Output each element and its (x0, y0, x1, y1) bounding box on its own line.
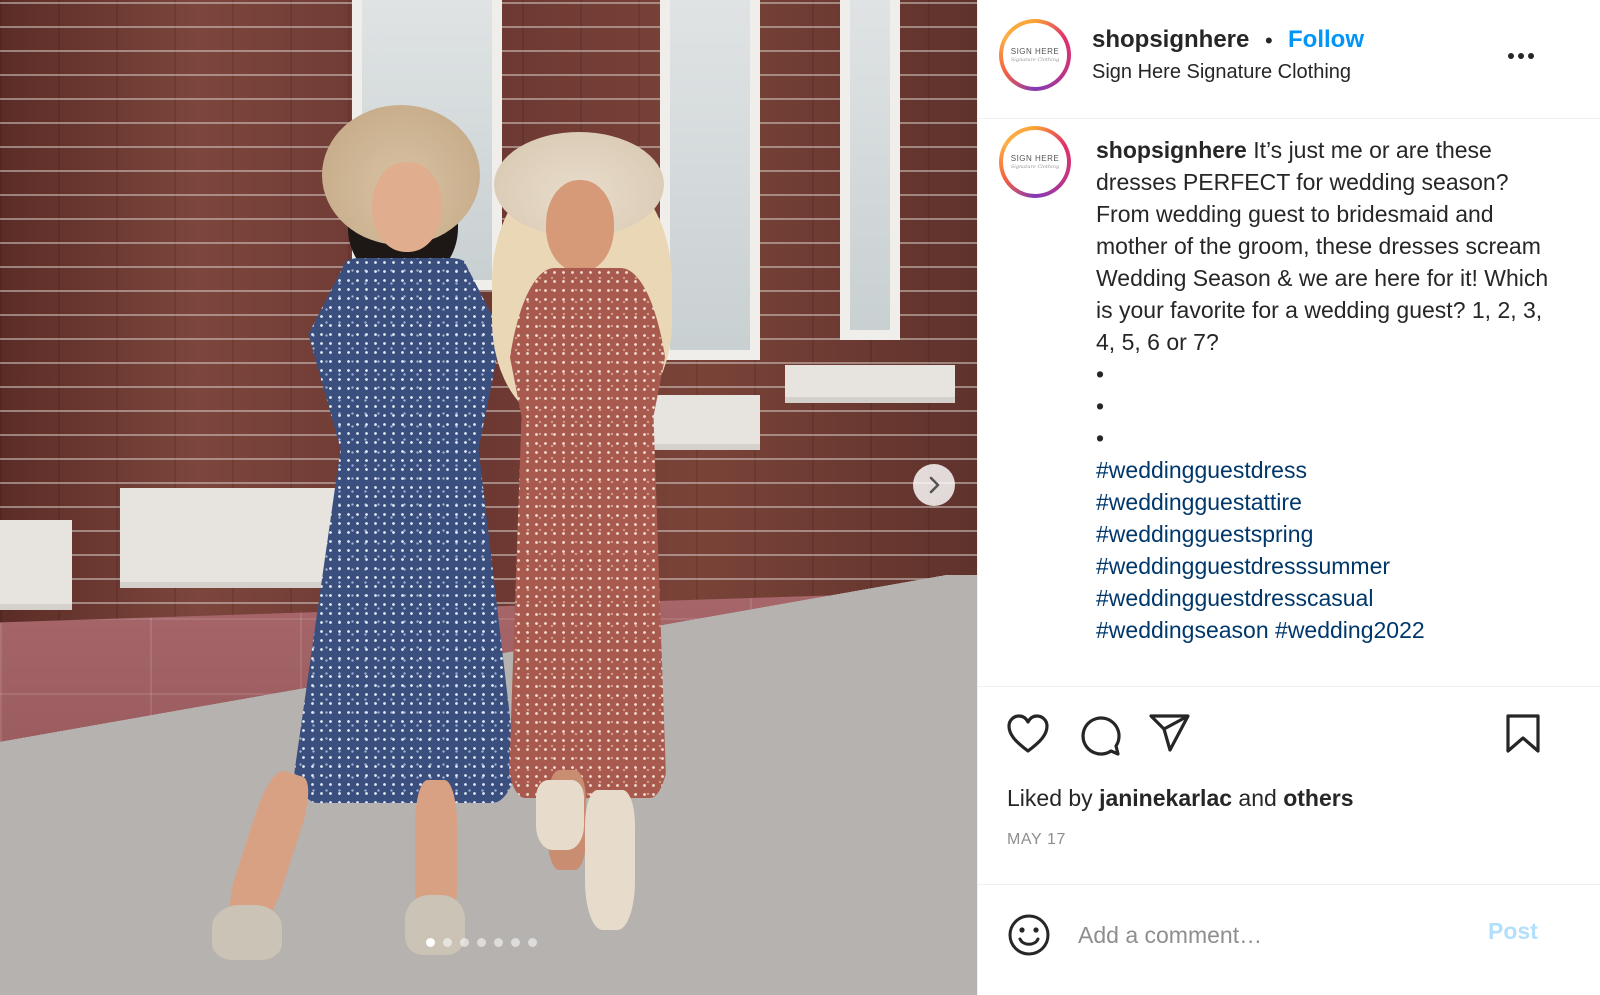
avatar-image: SIGN HERE Signature Clothing (1003, 130, 1067, 194)
liked-by-others[interactable]: others (1283, 785, 1353, 811)
hashtag-link[interactable]: #weddingguestdress (1096, 457, 1307, 483)
window (660, 0, 760, 360)
send-icon (1149, 714, 1190, 752)
hashtag-link[interactable]: #weddingguestattire (1096, 489, 1302, 515)
boot (585, 790, 635, 930)
likes-summary: Liked by janinekarlac and others (1007, 785, 1353, 812)
avatar-logo-script: Signature Clothing (1010, 164, 1060, 170)
hashtag-link[interactable]: #weddingseason (1096, 617, 1269, 643)
like-button[interactable] (1006, 713, 1050, 760)
more-options-button[interactable] (1506, 44, 1536, 68)
dress (505, 268, 670, 798)
window-ledge (120, 488, 350, 588)
caption-username[interactable]: shopsignhere (1096, 137, 1247, 163)
comment-input[interactable] (1078, 915, 1458, 955)
more-horizontal-icon (1508, 53, 1514, 59)
author-username[interactable]: shopsignhere (1092, 26, 1249, 54)
more-dot (1528, 53, 1534, 59)
carousel-dot (511, 938, 520, 947)
face (372, 162, 442, 252)
comment-bar: Post (978, 884, 1600, 995)
caption-text: It’s just me or are these dresses PERFEC… (1096, 137, 1549, 355)
carousel-dot (477, 938, 486, 947)
next-photo-button[interactable] (913, 464, 955, 506)
liked-by-user[interactable]: janinekarlac (1099, 785, 1232, 811)
comment-button[interactable] (1078, 713, 1122, 762)
shoe (212, 905, 282, 960)
follow-button[interactable]: Follow (1288, 26, 1364, 54)
carousel-dot (460, 938, 469, 947)
caption-bullet: • (1096, 393, 1105, 419)
emoji-button[interactable] (1007, 913, 1051, 957)
chevron-right-icon (929, 476, 940, 494)
post-caption: shopsignhere It’s just me or are these d… (1096, 134, 1566, 646)
post-date[interactable]: MAY 17 (1007, 831, 1066, 849)
smiley-icon (1008, 914, 1050, 956)
face (546, 180, 614, 272)
bookmark-icon (1506, 714, 1540, 753)
window-ledge (640, 395, 760, 450)
carousel-dot (494, 938, 503, 947)
caption-bullet: • (1096, 361, 1105, 387)
likes-prefix: Liked by (1007, 785, 1093, 811)
save-button[interactable] (1504, 713, 1542, 760)
author-subtitle[interactable]: Sign Here Signature Clothing (1092, 61, 1351, 84)
heart-icon (1007, 714, 1049, 753)
more-dot (1518, 53, 1524, 59)
hashtag-link[interactable]: #weddingguestdresscasual (1096, 585, 1373, 611)
likes-and: and (1238, 785, 1277, 811)
boot (536, 780, 584, 850)
avatar-image: SIGN HERE Signature Clothing (1003, 23, 1067, 87)
post-actions: Liked by janinekarlac and others MAY 17 (978, 686, 1600, 886)
carousel-dot (426, 938, 435, 947)
hashtag-link[interactable]: #weddingguestspring (1096, 521, 1313, 547)
avatar-logo-text: SIGN HERE (1010, 154, 1060, 163)
post-details-panel: SIGN HERE Signature Clothing shopsignher… (977, 0, 1600, 995)
caption-avatar[interactable]: SIGN HERE Signature Clothing (999, 126, 1071, 198)
hashtag-link[interactable]: #weddingguestdresssummer (1096, 553, 1390, 579)
avatar-logo-script: Signature Clothing (1010, 57, 1060, 63)
carousel-dot (528, 938, 537, 947)
avatar-logo-text: SIGN HERE (1010, 47, 1060, 56)
post-photo[interactable] (0, 0, 997, 995)
separator-dot: • (1265, 28, 1273, 53)
window (840, 0, 900, 340)
window-ledge (785, 365, 955, 403)
post-comment-button[interactable]: Post (1488, 918, 1538, 945)
author-avatar[interactable]: SIGN HERE Signature Clothing (999, 19, 1071, 91)
hashtag-link[interactable]: #wedding2022 (1275, 617, 1425, 643)
post-header: SIGN HERE Signature Clothing shopsignher… (978, 0, 1600, 119)
comment-icon (1081, 716, 1121, 756)
share-button[interactable] (1148, 713, 1192, 760)
caption-bullet: • (1096, 425, 1105, 451)
carousel-indicator (426, 938, 537, 947)
carousel-dot (443, 938, 452, 947)
